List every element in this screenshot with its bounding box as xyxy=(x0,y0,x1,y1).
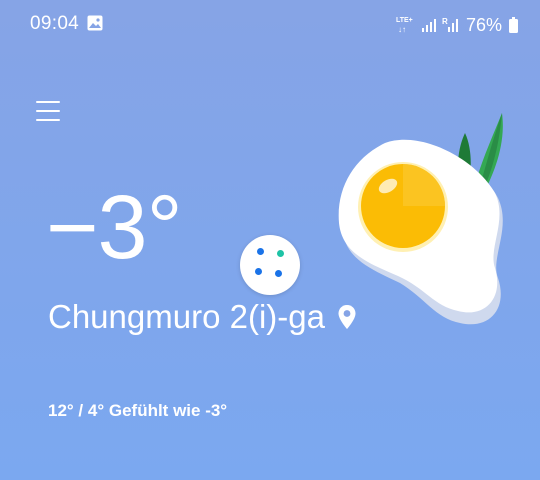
dot-blue xyxy=(255,268,262,275)
status-bar: 09:04 LTE+ ↓↑ R 76% xyxy=(0,0,540,50)
temperature-details: 12° / 4° Gefühlt wie -3° xyxy=(48,401,228,420)
fried-egg-illustration xyxy=(338,113,503,325)
signal-roaming-icon: R xyxy=(442,17,458,32)
dot-blue xyxy=(275,270,282,277)
network-label: LTE+ xyxy=(395,17,413,24)
status-time: 09:04 xyxy=(30,13,80,34)
dot-blue xyxy=(257,248,264,255)
assistant-button[interactable] xyxy=(240,235,300,295)
current-temperature: −3° xyxy=(46,178,183,278)
battery-icon xyxy=(509,17,518,33)
status-icons: LTE+ ↓↑ R 76% xyxy=(396,10,518,40)
dot-green xyxy=(277,250,284,257)
location-row[interactable]: Chungmuro 2(i)-ga xyxy=(48,300,357,333)
roaming-label: R xyxy=(442,17,448,26)
battery-percent: 76% xyxy=(465,14,502,35)
lte-icon: LTE+ ↓↑ xyxy=(395,17,413,34)
location-name: Chungmuro 2(i)-ga xyxy=(48,298,325,335)
menu-icon[interactable] xyxy=(36,99,60,123)
gallery-icon xyxy=(87,15,103,31)
signal-icon xyxy=(421,19,436,32)
